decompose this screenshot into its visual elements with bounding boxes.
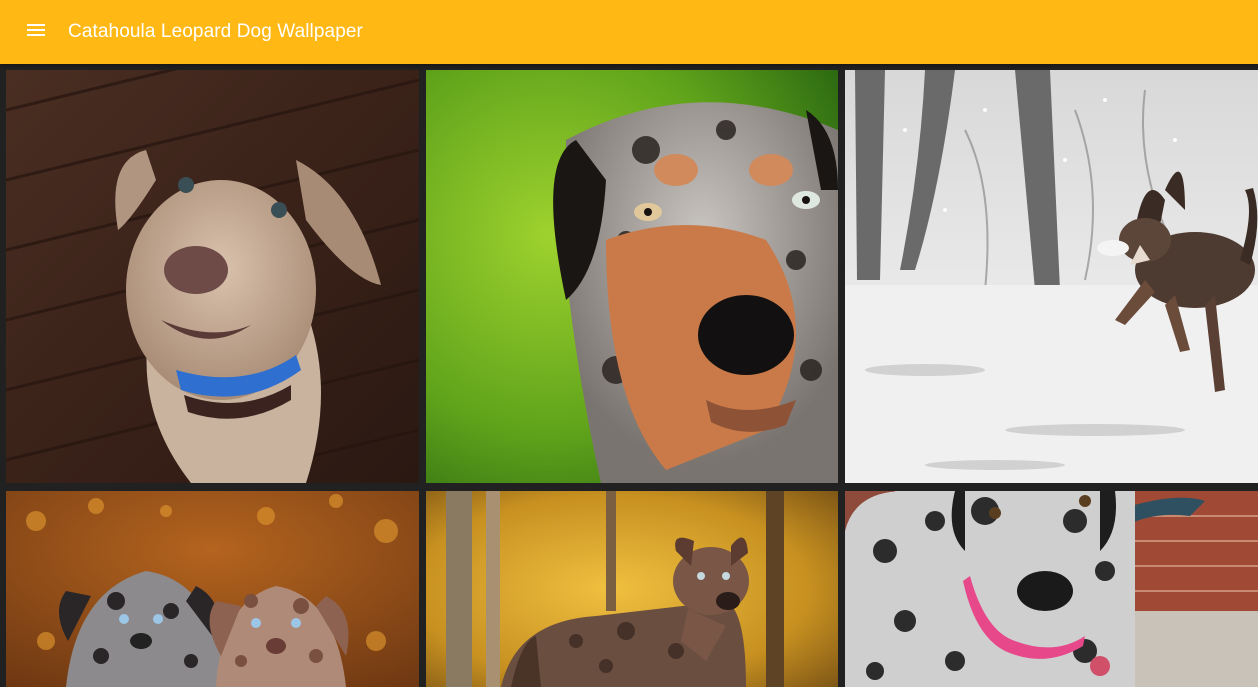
app-title: Catahoula Leopard Dog Wallpaper — [68, 21, 363, 42]
dog-photo — [6, 70, 419, 483]
dog-photo — [6, 491, 419, 687]
wallpaper-thumbnail[interactable] — [426, 491, 838, 687]
wallpaper-thumbnail[interactable] — [6, 491, 419, 687]
menu-icon — [26, 22, 46, 43]
menu-button[interactable] — [16, 12, 56, 52]
dog-photo — [845, 491, 1258, 687]
dog-photo — [426, 491, 838, 687]
dog-photo — [845, 70, 1258, 483]
wallpaper-grid — [0, 64, 1258, 687]
wallpaper-thumbnail[interactable] — [845, 491, 1258, 687]
wallpaper-thumbnail[interactable] — [845, 70, 1258, 483]
app-bar: Catahoula Leopard Dog Wallpaper — [0, 0, 1258, 64]
wallpaper-thumbnail[interactable] — [426, 70, 838, 483]
wallpaper-thumbnail[interactable] — [6, 70, 419, 483]
dog-photo — [426, 70, 838, 483]
